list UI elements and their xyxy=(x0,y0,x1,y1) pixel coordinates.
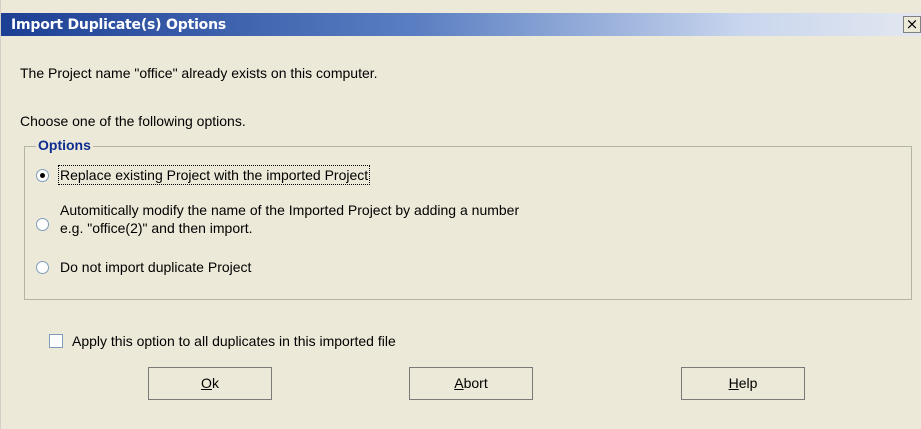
ok-button[interactable]: Ok xyxy=(148,367,272,400)
auto-rename-radio[interactable] xyxy=(36,218,49,231)
close-button[interactable]: × xyxy=(903,16,921,33)
apply-all-checkbox[interactable] xyxy=(49,334,63,348)
title-bar: Import Duplicate(s) Options × xyxy=(1,13,921,36)
help-button-label: elp xyxy=(738,375,758,391)
replace-label[interactable]: Replace existing Project with the import… xyxy=(57,165,371,185)
replace-radio[interactable] xyxy=(36,169,49,182)
help-button[interactable]: Help xyxy=(681,367,805,400)
auto-rename-label-line1[interactable]: Automitically modify the name of the Imp… xyxy=(60,202,519,218)
help-button-accelerator: H xyxy=(728,375,739,391)
auto-rename-label-line2[interactable]: e.g. "office(2)" and then import. xyxy=(60,220,253,236)
abort-button-label: bort xyxy=(463,375,488,391)
do-not-import-radio[interactable] xyxy=(36,261,49,274)
options-legend: Options xyxy=(36,137,93,153)
selected-dot xyxy=(40,173,45,178)
close-icon: × xyxy=(905,15,919,33)
abort-button-accelerator: A xyxy=(454,375,464,391)
duplicate-message: The Project name "office" already exists… xyxy=(20,65,378,81)
ok-button-label: k xyxy=(211,375,219,391)
instruction-text: Choose one of the following options. xyxy=(20,113,246,129)
apply-all-label[interactable]: Apply this option to all duplicates in t… xyxy=(72,333,396,349)
dialog-title: Import Duplicate(s) Options xyxy=(11,17,226,33)
ok-button-accelerator: O xyxy=(201,375,212,391)
abort-button[interactable]: Abort xyxy=(409,367,533,400)
import-duplicates-dialog: Import Duplicate(s) Options × The Projec… xyxy=(0,0,921,429)
do-not-import-label[interactable]: Do not import duplicate Project xyxy=(60,259,251,275)
